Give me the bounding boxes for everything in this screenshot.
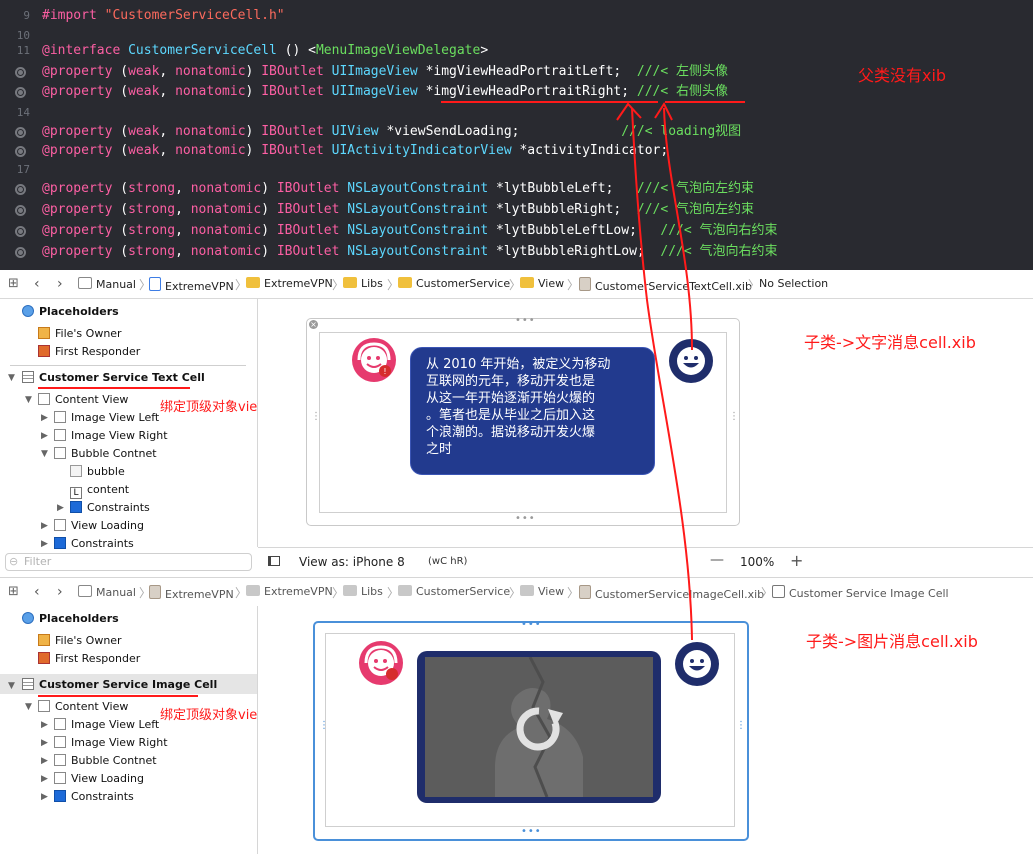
arrow-image-cell-to-outlet bbox=[631, 107, 693, 641]
annotation-arrows bbox=[616, 101, 693, 641]
arrow-text-cell-to-outlet bbox=[663, 107, 693, 351]
